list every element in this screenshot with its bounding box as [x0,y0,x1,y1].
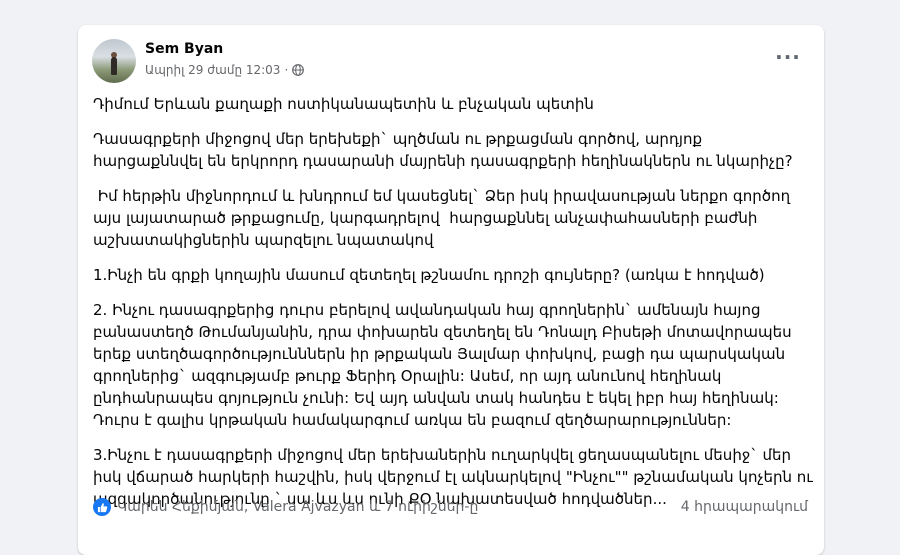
shares-count[interactable]: 4 հրապարակում [681,499,808,515]
reactions-summary[interactable]: Կարեն Հեքիմյան, Valera Ajvazyan և 7 ուրի… [93,498,478,516]
post-paragraph: Իմ հերթին միջնորդում և խնդրում եմ կասեցն… [93,187,795,249]
post-paragraph-title: Դիմում Երևան քաղաքի ոստիկանապետին և բնչա… [93,95,594,113]
author-name[interactable]: Sem Byan [145,41,223,57]
more-options-button[interactable]: ··· [770,43,806,79]
post-paragraph: 1.Ինչի են գրքի կողային մասում զետեղել թշ… [93,266,765,284]
meta-separator: · [284,63,289,77]
avatar-figure-body [111,57,117,75]
more-options-icon: ··· [775,45,801,69]
post-meta: Ապրիլ 29 ժամը 12:03 · [145,63,305,77]
reactions-text: Կարեն Հեքիմյան, Valera Ajvazyan և 7 ուրի… [117,499,479,515]
like-icon [93,498,111,516]
post-timestamp[interactable]: Ապրիլ 29 ժամը 12:03 [145,63,280,77]
post-header: Sem Byan Ապրիլ 29 ժամը 12:03 · ··· [92,39,810,85]
post-body: Դիմում Երևան քաղաքի ոստիկանապետին և բնչա… [93,93,815,523]
globe-icon[interactable] [292,64,305,76]
post-footer: Կարեն Հեքիմյան, Valera Ajvazyan և 7 ուրի… [93,495,808,519]
post-card: Sem Byan Ապրիլ 29 ժամը 12:03 · ··· Դիմու… [78,25,824,555]
post-paragraph: 2. Ինչու դասագրքերից դուրս բերելով ավանդ… [93,301,792,429]
post-paragraph: Դասագրքերի միջոցով մեր երեխեքի` պղծման ո… [93,130,793,170]
avatar[interactable] [92,39,136,83]
